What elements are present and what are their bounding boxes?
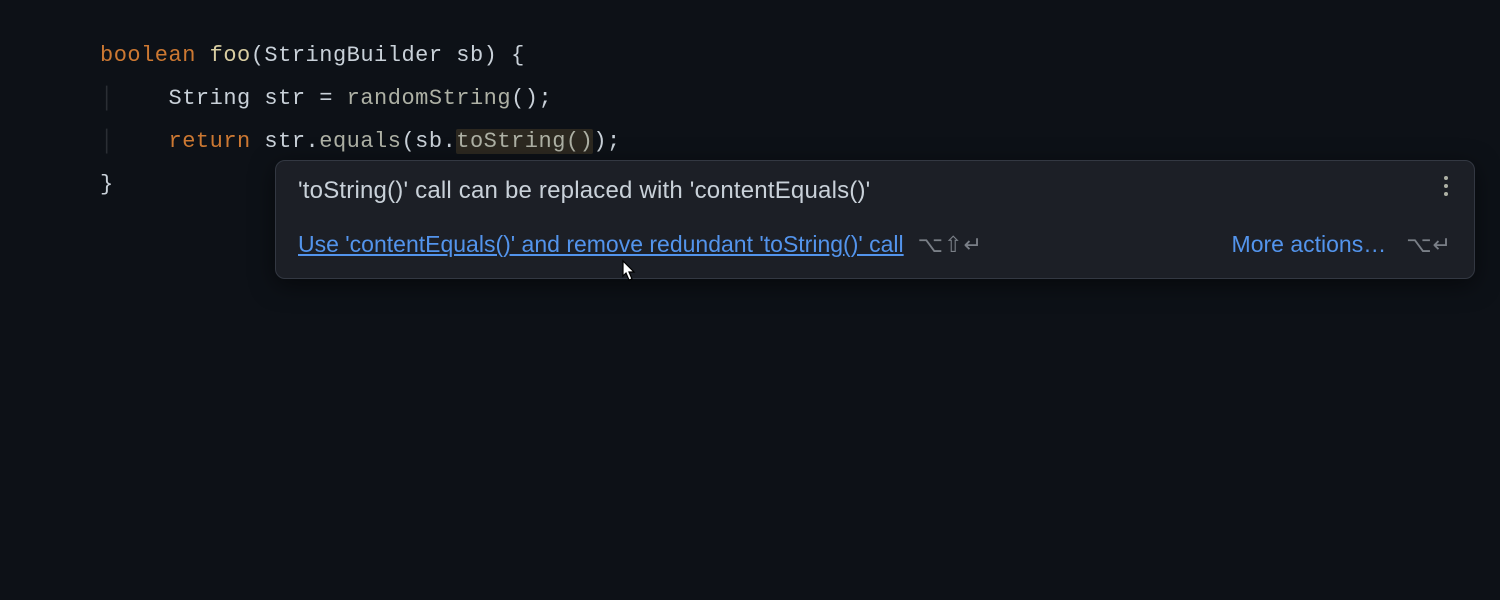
more-options-icon[interactable] (1436, 173, 1456, 199)
more-actions-link[interactable]: More actions… (1232, 231, 1387, 258)
method-name-foo: foo (196, 43, 251, 68)
tooltip-actions-row: Use 'contentEquals()' and remove redunda… (298, 231, 1452, 258)
inspection-warning-toString[interactable]: toString() (456, 129, 593, 154)
method-call-equals: equals (319, 129, 401, 154)
keyword-return: return (169, 129, 251, 154)
code-text: ); (593, 129, 620, 154)
code-text: (sb. (401, 129, 456, 154)
code-text: } (100, 172, 114, 197)
indent (114, 86, 169, 111)
indent-guide: │ (100, 86, 114, 111)
indent (114, 129, 169, 154)
code-text: str. (251, 129, 320, 154)
quickfix-shortcut: ⌥⇧↵ (918, 232, 983, 258)
code-line-2: │ String str = randomString(); (100, 78, 1500, 121)
inspection-title: 'toString()' call can be replaced with '… (298, 177, 1452, 205)
keyword-boolean: boolean (100, 43, 196, 68)
code-line-1: boolean foo(StringBuilder sb) { (100, 35, 1500, 78)
code-text: String str = (169, 86, 347, 111)
code-line-3: │ return str.equals(sb.toString()); (100, 121, 1500, 164)
more-actions-shortcut: ⌥↵ (1406, 232, 1452, 258)
quickfix-link[interactable]: Use 'contentEquals()' and remove redunda… (298, 231, 904, 258)
code-text: (); (511, 86, 552, 111)
indent-guide: │ (100, 129, 114, 154)
code-text: (StringBuilder sb) { (251, 43, 525, 68)
method-call-randomString: randomString (347, 86, 511, 111)
inspection-tooltip: 'toString()' call can be replaced with '… (275, 160, 1475, 279)
